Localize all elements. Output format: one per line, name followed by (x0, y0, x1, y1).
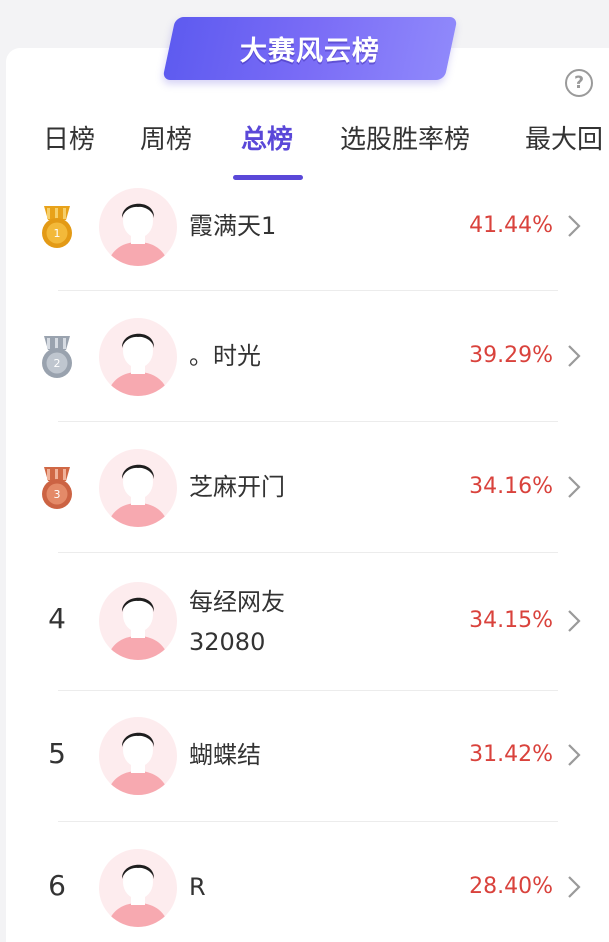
user-name-line2: 32080 (189, 628, 266, 656)
user-name: 每经网友 (189, 588, 285, 616)
avatar (99, 717, 177, 795)
rank-number: 4 (48, 602, 66, 635)
list-item[interactable]: 2 。时光 39.29% (0, 318, 609, 421)
tab-overall[interactable]: 总榜 (241, 120, 293, 160)
avatar (99, 318, 177, 396)
bronze-medal-icon: 3 (42, 467, 72, 509)
user-name: 。时光 (189, 342, 261, 370)
divider (58, 552, 558, 553)
user-name: 芝麻开门 (189, 473, 285, 501)
return-value: 41.44% (469, 213, 553, 238)
list-item[interactable]: 5 蝴蝶结 31.42% (0, 717, 609, 820)
return-value: 34.15% (469, 608, 553, 633)
help-icon[interactable]: ? (565, 69, 593, 97)
svg-text:1: 1 (54, 227, 61, 240)
tab-weekly[interactable]: 周榜 (140, 120, 192, 160)
avatar (99, 582, 177, 660)
tab-win-rate[interactable]: 选股胜率榜 (340, 120, 470, 160)
return-value: 34.16% (469, 474, 553, 499)
user-name: 霞满天1 (189, 212, 277, 240)
silver-medal-icon: 2 (42, 336, 72, 378)
list-item[interactable]: 3 芝麻开门 34.16% (0, 449, 609, 552)
user-name: 蝴蝶结 (189, 741, 261, 769)
chevron-right-icon[interactable] (566, 742, 582, 768)
divider (58, 421, 558, 422)
list-item[interactable]: 6 R 28.40% (0, 849, 609, 942)
user-name: R (189, 873, 206, 901)
rank-number: 6 (48, 869, 66, 902)
chevron-right-icon[interactable] (566, 474, 582, 500)
gold-medal-icon: 1 (42, 206, 72, 248)
chevron-right-icon[interactable] (566, 213, 582, 239)
avatar (99, 849, 177, 927)
svg-text:2: 2 (54, 357, 61, 370)
avatar (99, 188, 177, 266)
divider (58, 690, 558, 691)
return-value: 39.29% (469, 343, 553, 368)
chevron-right-icon[interactable] (566, 343, 582, 369)
tab-max-drawdown[interactable]: 最大回 (525, 120, 603, 160)
active-tab-indicator (233, 175, 303, 180)
tab-daily[interactable]: 日榜 (43, 120, 95, 160)
rank-number: 5 (48, 737, 66, 770)
tab-bar: 日榜 周榜 总榜 选股胜率榜 最大回 (0, 120, 609, 180)
page-title: 大赛风云榜 (240, 36, 380, 67)
divider (58, 290, 558, 291)
list-item[interactable]: 4 每经网友 32080 34.15% (0, 582, 609, 690)
chevron-right-icon[interactable] (566, 608, 582, 634)
title-banner: 大赛风云榜 (162, 17, 458, 80)
chevron-right-icon[interactable] (566, 874, 582, 900)
return-value: 28.40% (469, 874, 553, 899)
list-item[interactable]: 1 霞满天1 41.44% (0, 188, 609, 291)
divider (58, 821, 558, 822)
return-value: 31.42% (469, 742, 553, 767)
avatar (99, 449, 177, 527)
svg-text:3: 3 (54, 488, 61, 501)
